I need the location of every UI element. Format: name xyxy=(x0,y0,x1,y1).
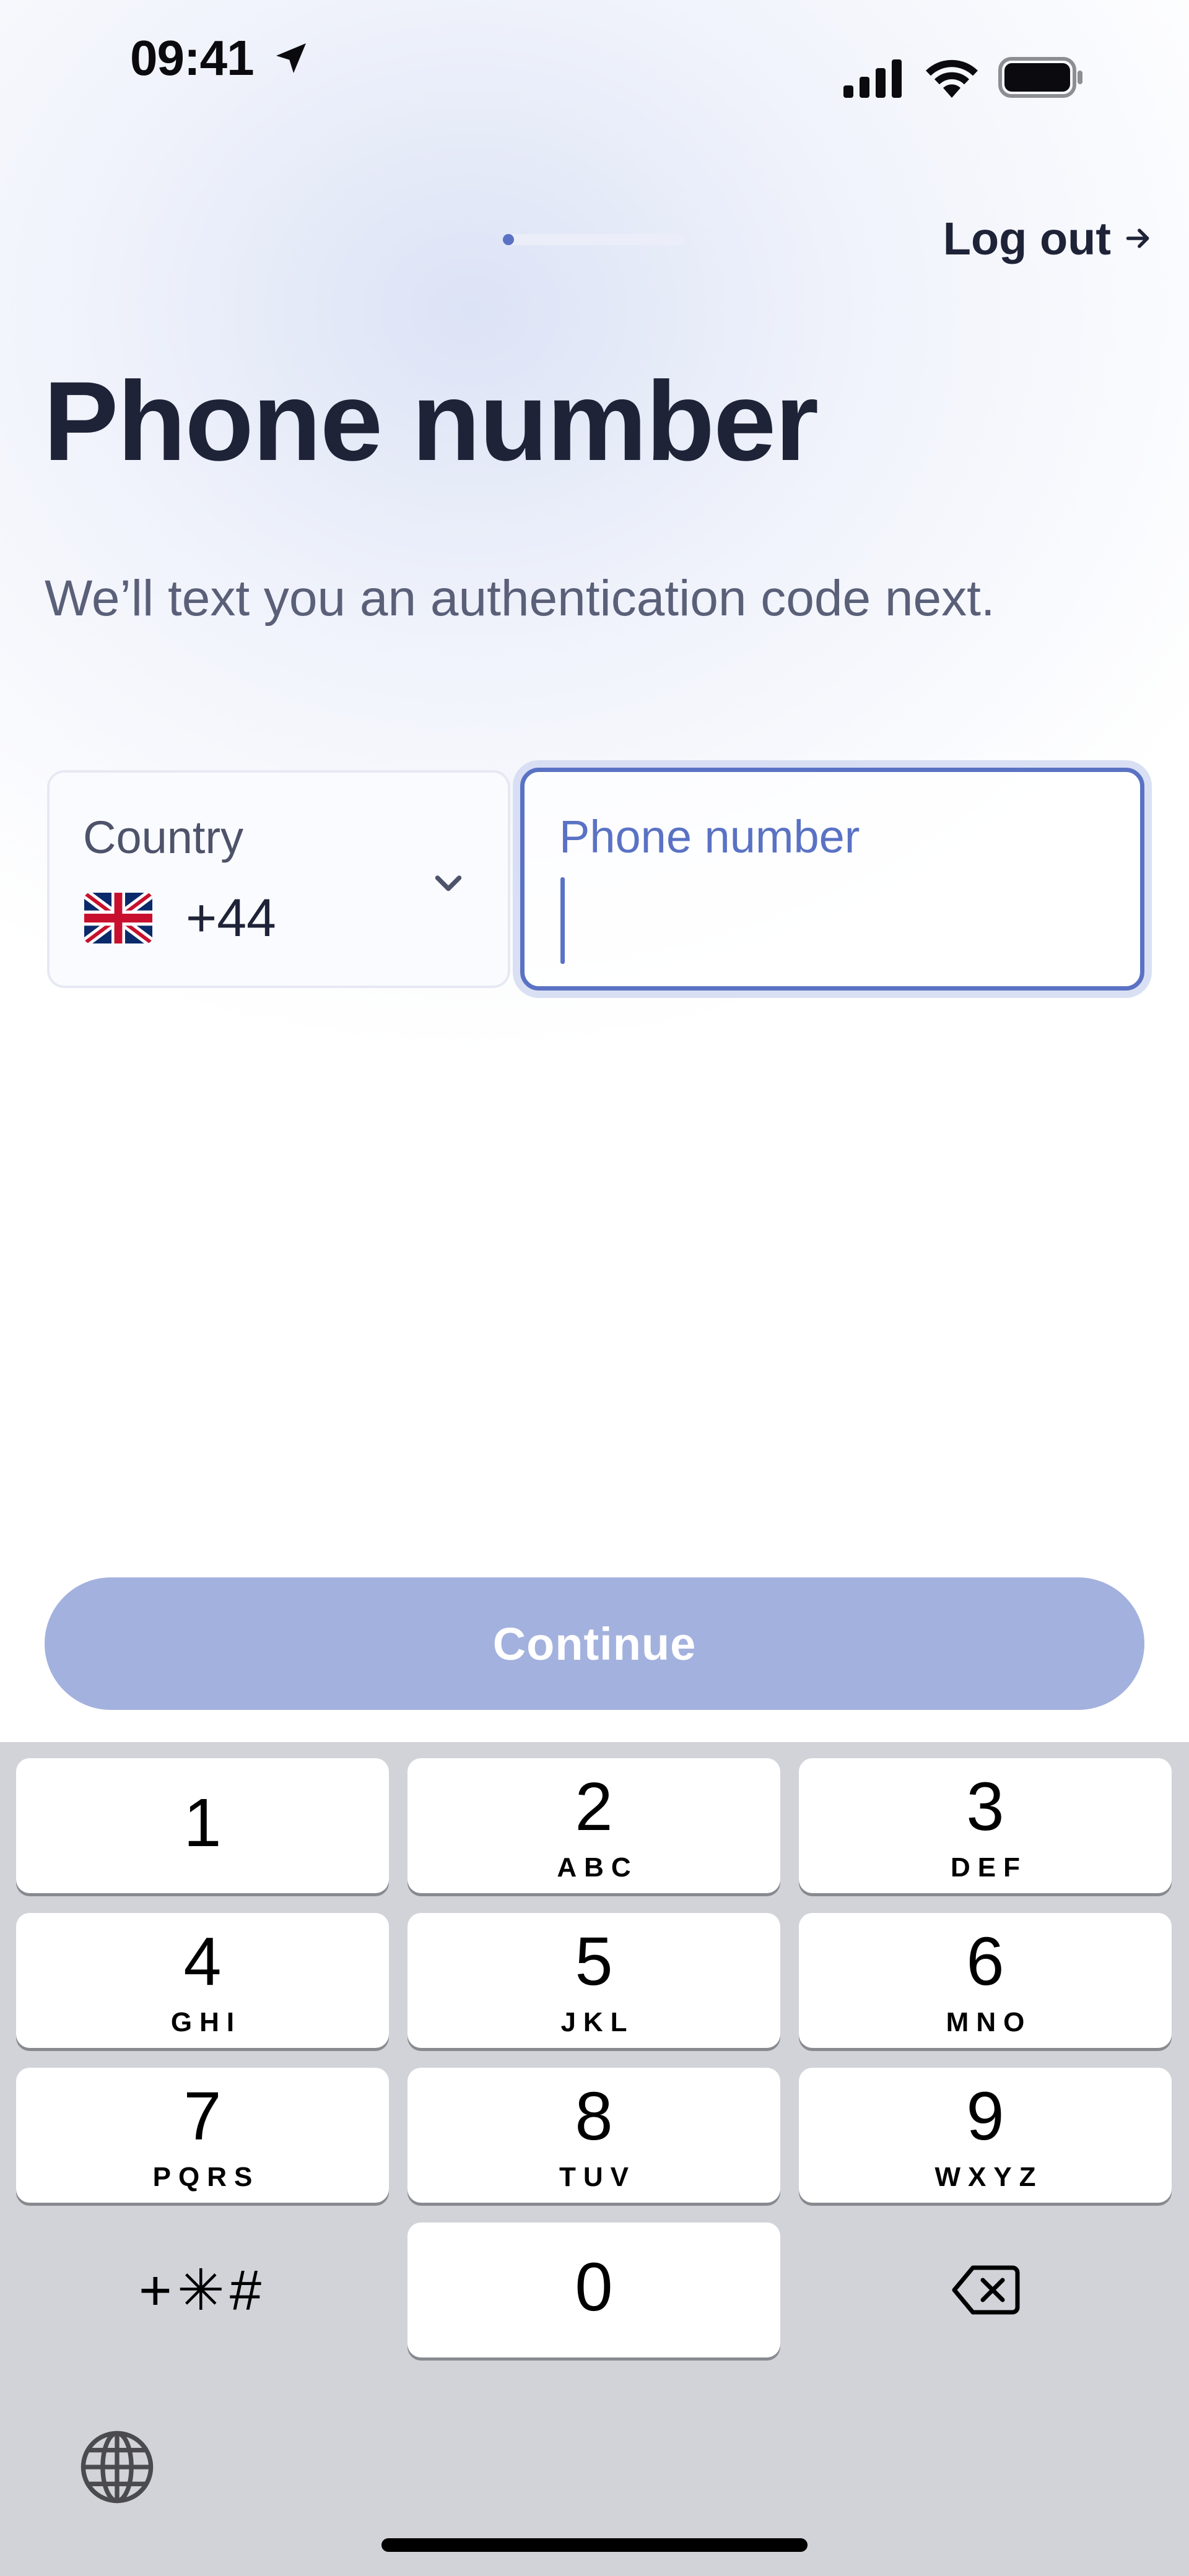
page-title: Phone number xyxy=(43,358,819,484)
cellular-signal-icon xyxy=(843,59,902,98)
symbols-label: +✳# xyxy=(139,2258,266,2322)
logout-button[interactable]: Log out xyxy=(943,204,1152,272)
phone-number-screen: 09:41 Log out Phone number We’ll text yo… xyxy=(0,0,1189,2576)
key-letters: TUV xyxy=(559,2162,636,2192)
dial-code-value: +44 xyxy=(186,888,276,948)
numeric-keypad: 1 2 ABC 3 DEF 4 GHI 5 JKL 6 MNO 7 PQRS 8… xyxy=(0,1742,1189,2576)
key-letters: PQRS xyxy=(152,2162,260,2192)
arrow-right-icon xyxy=(1126,228,1149,248)
key-2[interactable]: 2 ABC xyxy=(407,1758,780,1893)
key-7[interactable]: 7 PQRS xyxy=(16,2068,389,2203)
key-4[interactable]: 4 GHI xyxy=(16,1913,389,2048)
uk-flag-icon xyxy=(84,893,152,943)
country-code-select[interactable]: Country +44 xyxy=(47,770,510,988)
logout-label: Log out xyxy=(943,212,1111,264)
key-letters: MNO xyxy=(946,2007,1032,2037)
key-8[interactable]: 8 TUV xyxy=(407,2068,780,2203)
key-1[interactable]: 1 xyxy=(16,1758,389,1893)
continue-button[interactable]: Continue xyxy=(45,1577,1144,1710)
battery-icon xyxy=(998,57,1082,98)
wifi-icon xyxy=(926,59,978,98)
key-letters: JKL xyxy=(560,2007,635,2037)
globe-icon[interactable] xyxy=(78,2428,156,2506)
key-6[interactable]: 6 MNO xyxy=(799,1913,1172,2048)
home-indicator xyxy=(381,2538,808,2552)
key-3[interactable]: 3 DEF xyxy=(799,1758,1172,1893)
key-5[interactable]: 5 JKL xyxy=(407,1913,780,2048)
page-subtitle: We’ll text you an authentication code ne… xyxy=(45,570,995,627)
status-bar: 09:41 xyxy=(0,0,1189,118)
symbols-key[interactable]: +✳# xyxy=(16,2223,389,2357)
key-digit: 1 xyxy=(183,1785,222,1861)
key-letters: GHI xyxy=(170,2007,242,2037)
key-digit: 7 xyxy=(183,2078,222,2154)
key-letters: WXYZ xyxy=(934,2162,1043,2192)
location-arrow-icon xyxy=(276,43,306,73)
chevron-down-icon xyxy=(435,875,462,891)
status-time: 09:41 xyxy=(130,30,255,85)
key-digit: 6 xyxy=(966,1923,1004,2000)
continue-label: Continue xyxy=(492,1618,697,1670)
key-digit: 3 xyxy=(966,1769,1004,1845)
key-0[interactable]: 0 xyxy=(407,2223,780,2357)
text-cursor xyxy=(560,877,565,964)
country-label: Country xyxy=(83,812,244,863)
key-digit: 2 xyxy=(575,1769,613,1845)
phone-number-label: Phone number xyxy=(559,811,860,862)
key-digit: 8 xyxy=(575,2078,613,2154)
phone-number-input[interactable]: Phone number xyxy=(520,768,1144,991)
key-digit: 4 xyxy=(183,1923,222,2000)
key-letters: ABC xyxy=(557,1852,638,1883)
onboarding-progress-bar xyxy=(503,234,684,245)
key-9[interactable]: 9 WXYZ xyxy=(799,2068,1172,2203)
key-digit: 5 xyxy=(575,1923,613,2000)
backspace-icon xyxy=(952,2265,1020,2315)
key-digit: 0 xyxy=(575,2249,613,2325)
key-digit: 9 xyxy=(966,2078,1004,2154)
delete-key[interactable] xyxy=(799,2223,1172,2357)
progress-fill xyxy=(503,234,514,245)
key-letters: DEF xyxy=(951,1852,1027,1883)
